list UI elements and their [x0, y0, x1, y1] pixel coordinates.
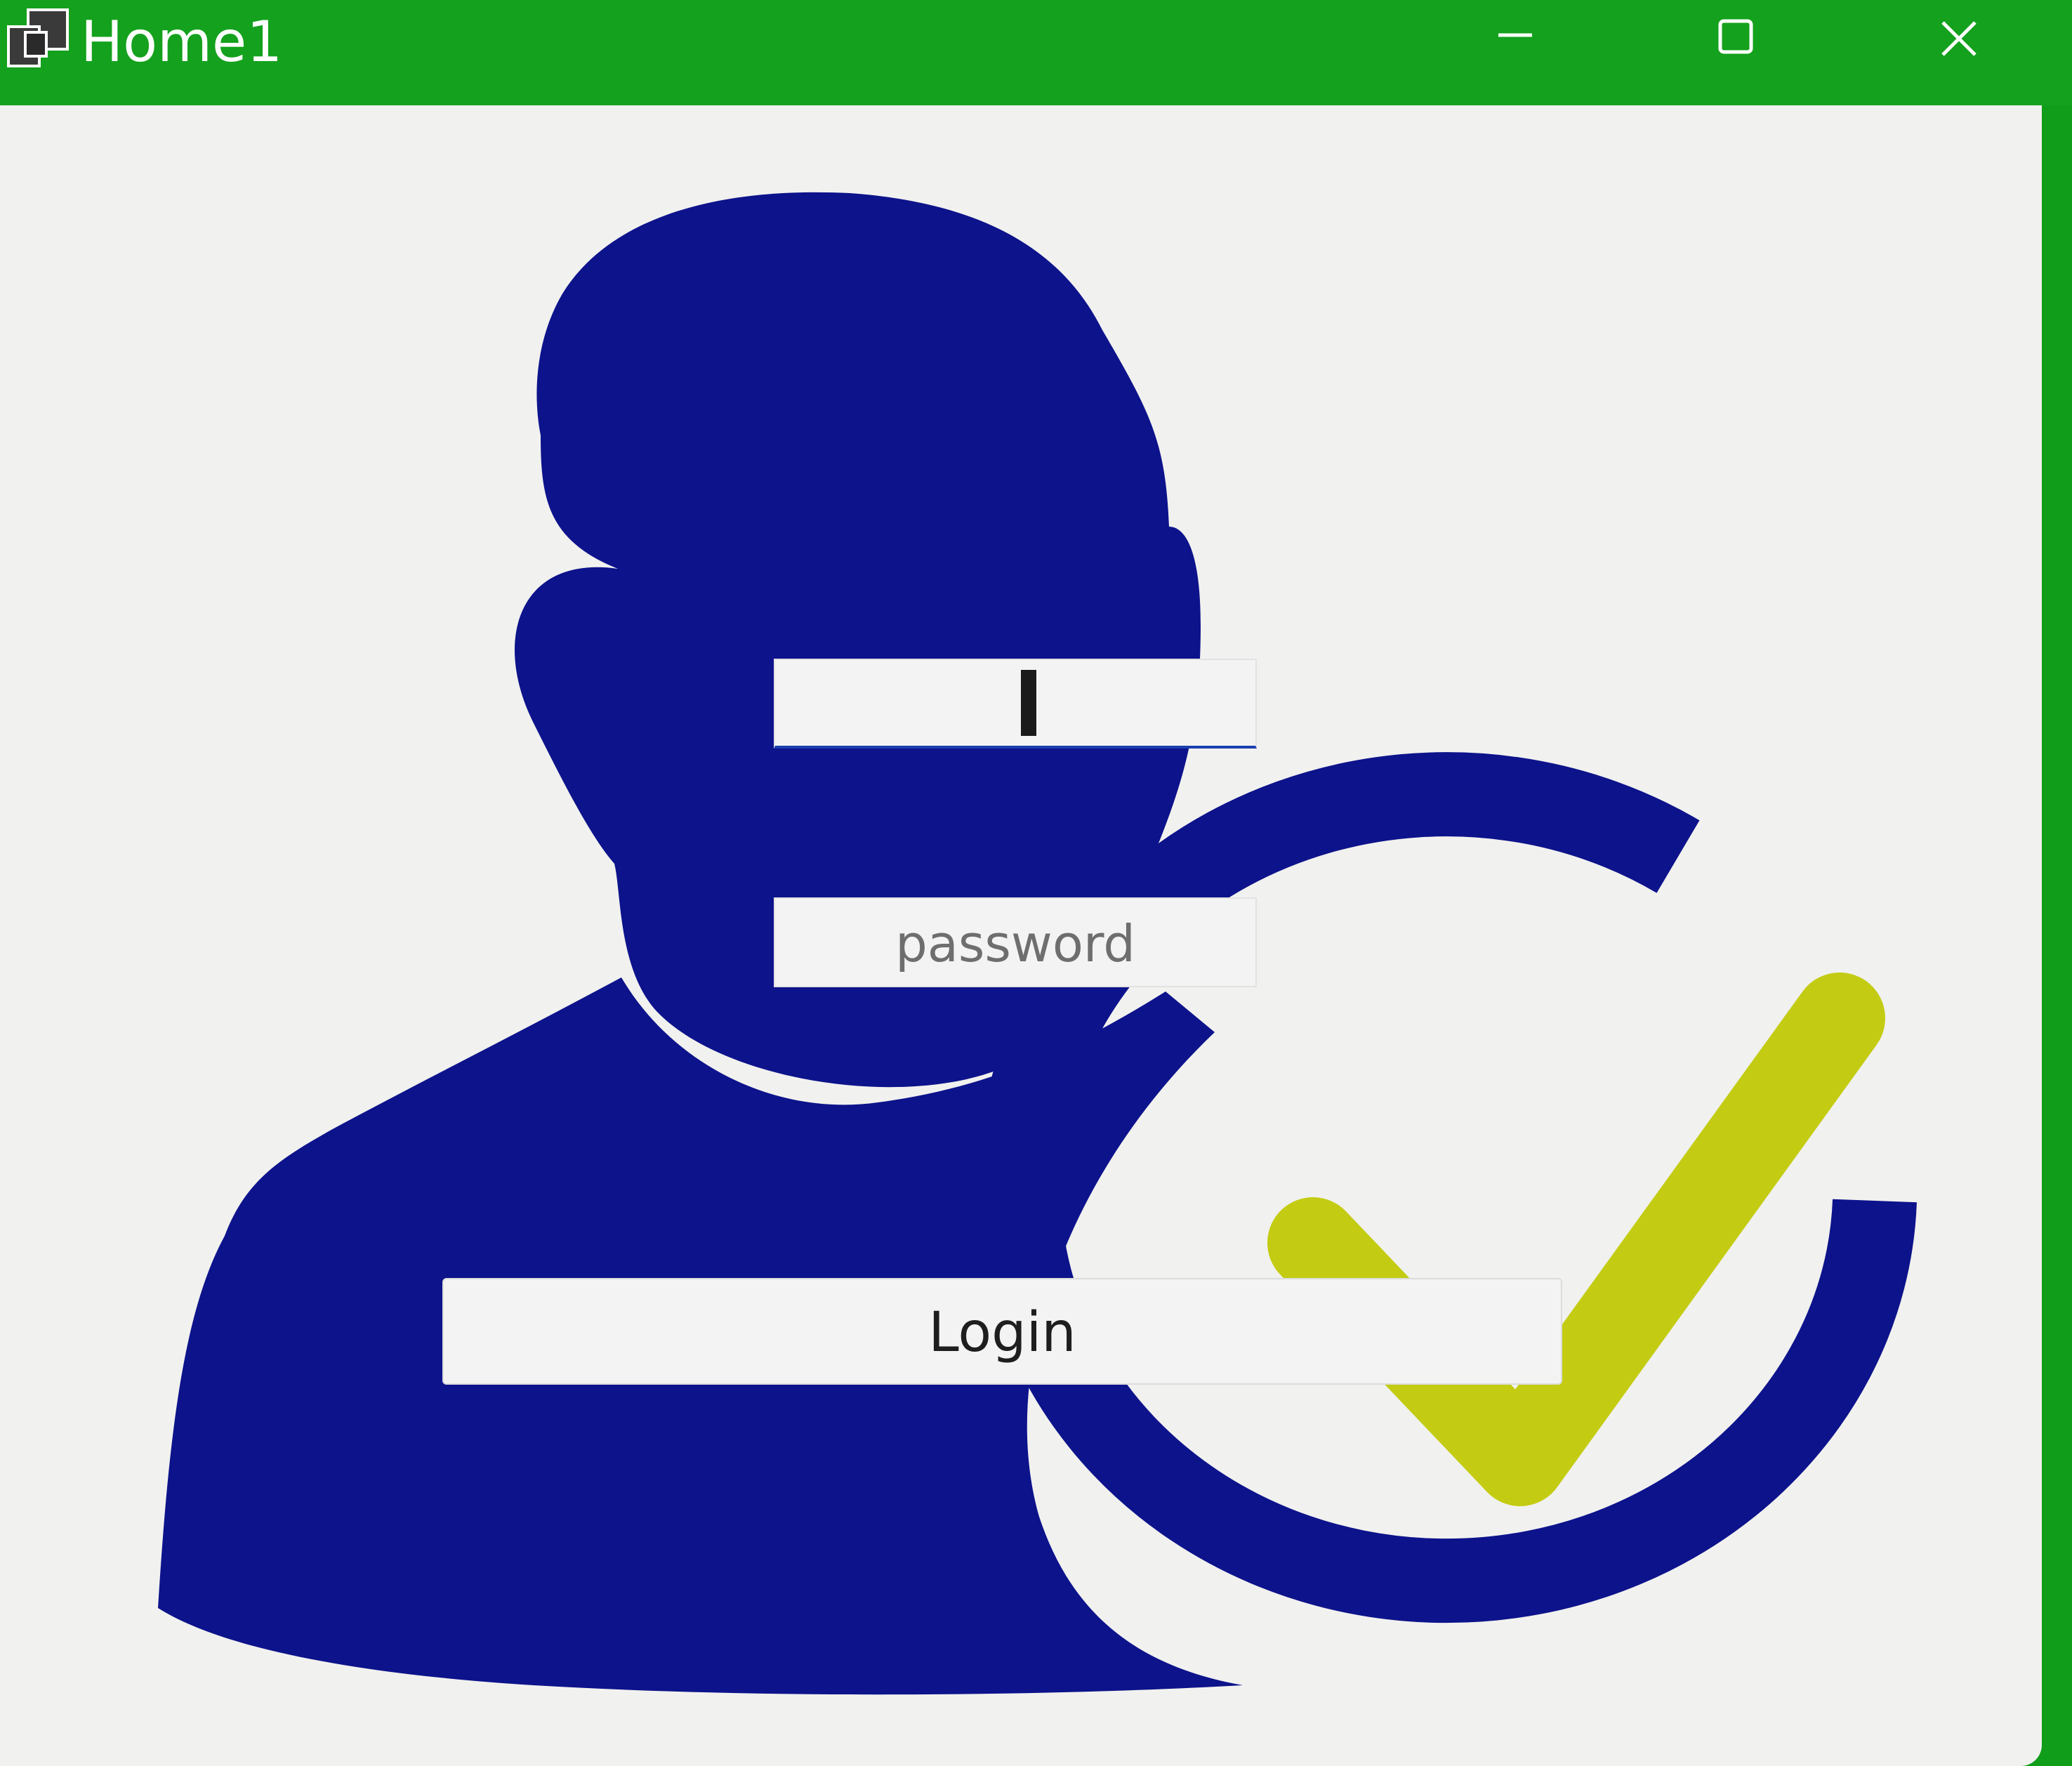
maximize-icon	[1718, 19, 1753, 54]
close-button[interactable]	[1892, 0, 2026, 77]
minimize-icon	[1498, 33, 1532, 37]
title-bar: Home1	[0, 0, 2072, 105]
login-button[interactable]: Login	[442, 1278, 1562, 1385]
window-title: Home1	[81, 9, 283, 74]
maximize-button[interactable]	[1670, 0, 1803, 77]
login-button-label: Login	[928, 1301, 1076, 1364]
password-placeholder: password	[895, 914, 1135, 973]
text-caret	[1021, 670, 1036, 736]
password-input[interactable]: password	[774, 897, 1257, 987]
close-icon	[1941, 21, 1977, 56]
minimize-button[interactable]	[1448, 0, 1581, 77]
app-icon	[7, 8, 69, 67]
username-input[interactable]	[774, 659, 1257, 749]
login-window-content: password Login	[0, 105, 2042, 1766]
